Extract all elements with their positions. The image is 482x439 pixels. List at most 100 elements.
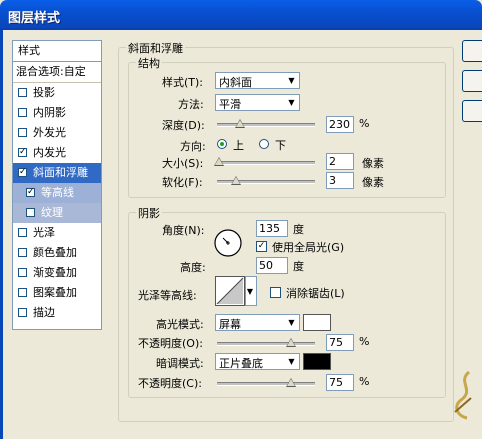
highlight-opacity-thumb[interactable] (286, 338, 296, 347)
depth-slider-thumb[interactable] (235, 119, 245, 128)
style-item-drop-shadow[interactable]: 投影 (13, 83, 101, 103)
checkbox-stroke[interactable] (18, 308, 27, 317)
depth-input[interactable]: 230 (326, 116, 354, 133)
style-item-label: 外发光 (33, 126, 66, 139)
style-item-gradient-overlay[interactable]: 渐变叠加 (13, 263, 101, 283)
style-item-satin[interactable]: 光泽 (13, 223, 101, 243)
depth-unit: % (359, 117, 370, 130)
technique-select-value: 平滑 (219, 98, 241, 111)
style-item-label: 投影 (33, 86, 55, 99)
checkbox-pattern-overlay[interactable] (18, 288, 27, 297)
anti-alias-label: 消除锯齿(L) (286, 287, 345, 300)
highlight-mode-select[interactable]: 屏幕 ▼ (215, 314, 300, 331)
style-item-inner-glow[interactable]: ✓ 内发光 (13, 143, 101, 163)
soften-label: 软化(F): (162, 176, 203, 189)
highlight-opacity-unit: % (359, 335, 370, 348)
gloss-contour-dropdown[interactable]: ▼ (245, 276, 257, 306)
highlight-mode-label: 高光模式: (156, 318, 204, 331)
direction-down-radio[interactable] (259, 139, 269, 149)
size-label: 大小(S): (162, 157, 204, 170)
style-item-color-overlay[interactable]: 颜色叠加 (13, 243, 101, 263)
size-input[interactable]: 2 (326, 153, 354, 170)
size-slider-thumb[interactable] (214, 157, 224, 166)
watermark-logo-icon (454, 370, 472, 420)
shadow-opacity-input[interactable]: 75 (326, 374, 354, 391)
checkbox-drop-shadow[interactable] (18, 88, 27, 97)
style-item-label: 纹理 (41, 206, 63, 219)
chevron-down-icon: ▼ (288, 76, 295, 85)
style-item-outer-glow[interactable]: 外发光 (13, 123, 101, 143)
technique-select[interactable]: 平滑 ▼ (215, 94, 300, 111)
style-item-inner-shadow[interactable]: 内阴影 (13, 103, 101, 123)
angle-input[interactable]: 135 (256, 220, 288, 237)
chevron-down-icon: ▼ (288, 357, 295, 366)
shadow-mode-value: 正片叠底 (219, 357, 263, 370)
styles-header[interactable]: 样式 (13, 41, 101, 62)
style-item-pattern-overlay[interactable]: 图案叠加 (13, 283, 101, 303)
depth-label: 深度(D): (162, 119, 205, 132)
chevron-down-icon: ▼ (246, 287, 254, 296)
highlight-mode-value: 屏幕 (219, 318, 241, 331)
style-select-value: 内斜面 (219, 76, 252, 89)
highlight-opacity-label: 不透明度(O): (138, 337, 203, 350)
soften-slider[interactable] (217, 176, 315, 185)
checkbox-inner-shadow[interactable] (18, 108, 27, 117)
style-select[interactable]: 内斜面 ▼ (215, 72, 300, 89)
title-bar[interactable]: 图层样式 (0, 0, 482, 30)
altitude-input[interactable]: 50 (256, 257, 288, 274)
checkbox-gradient-overlay[interactable] (18, 268, 27, 277)
style-item-texture[interactable]: 纹理 (13, 203, 101, 223)
window-title: 图层样式 (8, 11, 61, 26)
anti-alias-checkbox[interactable] (270, 287, 281, 298)
style-item-label: 光泽 (33, 226, 55, 239)
style-item-label: 描边 (33, 306, 55, 319)
angle-dial[interactable] (213, 228, 243, 258)
global-light-checkbox[interactable]: ✓ (256, 241, 267, 252)
checkbox-satin[interactable] (18, 228, 27, 237)
checkbox-bevel-emboss[interactable]: ✓ (18, 168, 27, 177)
cancel-button[interactable] (462, 70, 482, 92)
style-item-label: 内发光 (33, 146, 66, 159)
style-item-label: 内阴影 (33, 106, 66, 119)
style-item-label: 斜面和浮雕 (33, 166, 88, 179)
style-item-bevel-emboss[interactable]: ✓ 斜面和浮雕 (13, 163, 101, 183)
highlight-opacity-slider[interactable] (217, 338, 315, 347)
checkbox-contour[interactable]: ✓ (26, 188, 35, 197)
bevel-emboss-title: 斜面和浮雕 (126, 40, 185, 56)
direction-down-label: 下 (275, 139, 286, 152)
soften-input[interactable]: 3 (326, 172, 354, 189)
structure-title: 结构 (136, 55, 162, 71)
soften-slider-thumb[interactable] (231, 176, 241, 185)
shadow-opacity-label: 不透明度(C): (138, 377, 202, 390)
shadow-opacity-thumb[interactable] (286, 378, 296, 387)
direction-up-radio[interactable] (217, 139, 227, 149)
checkbox-texture[interactable] (26, 208, 35, 217)
depth-slider[interactable] (217, 119, 315, 128)
ok-button[interactable] (462, 40, 482, 62)
shadow-opacity-unit: % (359, 375, 370, 388)
checkbox-outer-glow[interactable] (18, 128, 27, 137)
soften-unit: 像素 (362, 176, 384, 189)
gloss-contour-preview[interactable] (215, 276, 245, 306)
chevron-down-icon: ▼ (288, 98, 295, 107)
size-slider[interactable] (214, 157, 315, 166)
angle-unit: 度 (293, 223, 304, 236)
style-item-label: 图案叠加 (33, 286, 77, 299)
style-item-stroke[interactable]: 描边 (13, 303, 101, 323)
technique-label: 方法: (178, 98, 204, 111)
style-item-label: 颜色叠加 (33, 246, 77, 259)
style-item-contour[interactable]: ✓ 等高线 (13, 183, 101, 203)
size-unit: 像素 (362, 157, 384, 170)
new-style-button[interactable] (462, 100, 482, 122)
highlight-color-swatch[interactable] (303, 314, 331, 331)
shadow-opacity-slider[interactable] (217, 378, 315, 387)
angle-label: 角度(N): (162, 224, 205, 237)
shadow-mode-select[interactable]: 正片叠底 ▼ (215, 353, 300, 370)
blend-options-item[interactable]: 混合选项:自定 (13, 62, 101, 83)
shadow-color-swatch[interactable] (303, 353, 331, 370)
chevron-down-icon: ▼ (288, 318, 295, 327)
checkbox-color-overlay[interactable] (18, 248, 27, 257)
checkbox-inner-glow[interactable]: ✓ (18, 148, 27, 157)
altitude-unit: 度 (293, 260, 304, 273)
highlight-opacity-input[interactable]: 75 (326, 334, 354, 351)
